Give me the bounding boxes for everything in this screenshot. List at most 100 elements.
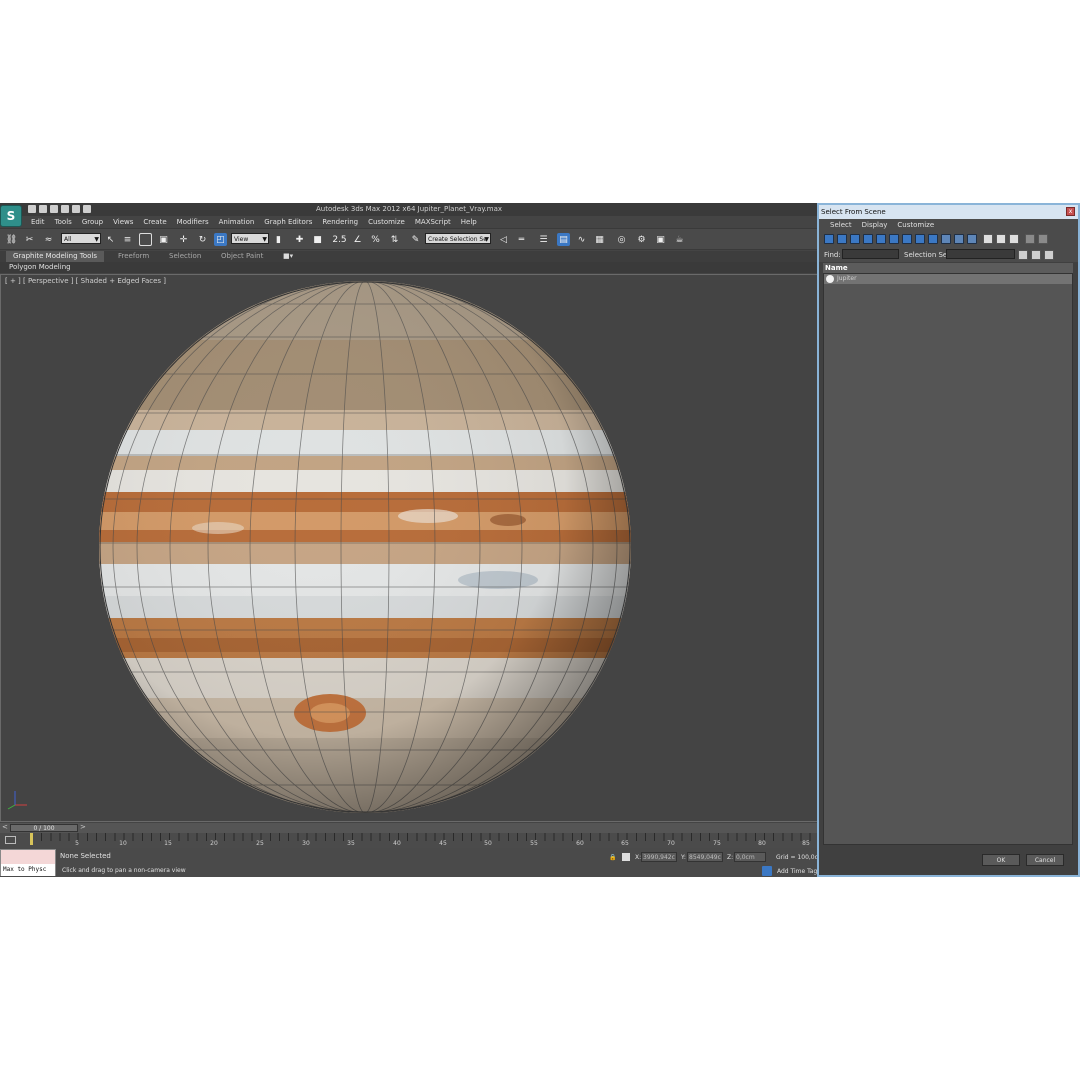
menu-maxscript[interactable]: MAXScript: [410, 216, 456, 228]
application-button[interactable]: S: [0, 205, 22, 227]
frozen-filter-icon[interactable]: [954, 234, 964, 244]
tab-graphite-modeling-tools[interactable]: Graphite Modeling Tools: [6, 251, 104, 262]
link-icon[interactable]: ⛓: [5, 233, 18, 246]
dialog-menu-display[interactable]: Display: [857, 219, 893, 232]
select-by-name-icon[interactable]: ≡: [121, 233, 134, 246]
hidden-filter-icon[interactable]: [967, 234, 977, 244]
delete-set-icon[interactable]: [1044, 250, 1054, 260]
time-next-button[interactable]: >: [80, 823, 86, 831]
close-icon[interactable]: x: [1066, 207, 1075, 216]
filter-icon[interactable]: [1025, 234, 1035, 244]
space-warps-filter-icon[interactable]: [889, 234, 899, 244]
dialog-menu-select[interactable]: Select: [825, 219, 857, 232]
selection-filter-dropdown[interactable]: All ▼: [61, 233, 101, 244]
cancel-button[interactable]: Cancel: [1026, 854, 1064, 866]
groups-filter-icon[interactable]: [902, 234, 912, 244]
tab-selection[interactable]: Selection: [165, 251, 205, 262]
scale-icon[interactable]: ◰: [214, 233, 227, 246]
pivot-icon[interactable]: ▮: [272, 233, 285, 246]
geometry-filter-icon[interactable]: [824, 234, 834, 244]
tab-freeform[interactable]: Freeform: [114, 251, 153, 262]
track-bar[interactable]: 5 10 15 20 25 30 35 40 45 50 55 60 65 70…: [0, 833, 818, 848]
menu-edit[interactable]: Edit: [26, 216, 50, 228]
helpers-filter-icon[interactable]: [876, 234, 886, 244]
absolute-mode-icon[interactable]: [622, 853, 630, 861]
menu-create[interactable]: Create: [138, 216, 171, 228]
ok-button[interactable]: OK: [982, 854, 1020, 866]
menu-views[interactable]: Views: [108, 216, 138, 228]
time-prev-button[interactable]: <: [2, 823, 8, 831]
percent-snap-icon[interactable]: %: [369, 233, 382, 246]
unlink-icon[interactable]: ✂: [23, 233, 36, 246]
window-title: Autodesk 3ds Max 2012 x64 Jupiter_Planet…: [315, 205, 503, 213]
keyboard-shortcut-icon[interactable]: ■: [311, 233, 324, 246]
containers-filter-icon[interactable]: [941, 234, 951, 244]
menu-help[interactable]: Help: [456, 216, 482, 228]
time-slider[interactable]: 0 / 100: [10, 824, 78, 832]
align-icon[interactable]: ═: [515, 233, 528, 246]
selection-set-dropdown[interactable]: [946, 249, 1015, 259]
select-object-icon[interactable]: ↖: [104, 233, 117, 246]
teapot-icon[interactable]: ☕: [673, 233, 686, 246]
cameras-filter-icon[interactable]: [863, 234, 873, 244]
named-selection-dropdown[interactable]: Create Selection Se ▼: [425, 233, 491, 244]
spinner-snap-icon[interactable]: ⇅: [388, 233, 401, 246]
menu-graph-editors[interactable]: Graph Editors: [259, 216, 317, 228]
ribbon-panel-label[interactable]: Polygon Modeling: [0, 262, 818, 273]
list-item[interactable]: Jupiter: [824, 274, 1072, 284]
manipulate-icon[interactable]: ✚: [293, 233, 306, 246]
z-coord-field[interactable]: 0,0cm: [734, 852, 766, 862]
time-tag-icon[interactable]: [762, 866, 772, 876]
tick-label: 75: [713, 840, 721, 847]
rendered-frame-icon[interactable]: ▣: [654, 233, 667, 246]
name-column-header[interactable]: Name: [823, 263, 1073, 273]
jupiter-sphere[interactable]: [98, 280, 632, 814]
sort-icon[interactable]: [1038, 234, 1048, 244]
select-all-icon[interactable]: [983, 234, 993, 244]
edit-set-icon[interactable]: [1031, 250, 1041, 260]
perspective-viewport[interactable]: [ + ] [ Perspective ] [ Shaded + Edged F…: [0, 274, 818, 822]
bind-space-warp-icon[interactable]: ≈: [42, 233, 55, 246]
maxscript-listener-text[interactable]: Max to Physc: [1, 864, 55, 876]
lights-filter-icon[interactable]: [850, 234, 860, 244]
graphite-toggle-icon[interactable]: ▤: [557, 233, 570, 246]
mirror-icon[interactable]: ◁: [497, 233, 510, 246]
render-setup-icon[interactable]: ⚙: [635, 233, 648, 246]
select-none-icon[interactable]: [996, 234, 1006, 244]
snap-icon[interactable]: 2.5: [332, 233, 346, 246]
menu-animation[interactable]: Animation: [214, 216, 260, 228]
shapes-filter-icon[interactable]: [837, 234, 847, 244]
curve-editor-icon[interactable]: ∿: [575, 233, 588, 246]
schematic-view-icon[interactable]: ▦: [593, 233, 606, 246]
layer-manager-icon[interactable]: ☰: [537, 233, 550, 246]
menu-group[interactable]: Group: [77, 216, 108, 228]
add-time-tag-button[interactable]: Add Time Tag: [777, 868, 817, 875]
ribbon-options-icon[interactable]: ■▾: [279, 251, 297, 262]
find-input[interactable]: [842, 249, 899, 259]
angle-snap-icon[interactable]: ∠: [351, 233, 364, 246]
reference-coord-dropdown[interactable]: View ▼: [231, 233, 269, 244]
tick-label: 40: [393, 840, 401, 847]
lock-selection-icon[interactable]: 🔒: [609, 854, 616, 861]
x-coord-field[interactable]: 3990,942c: [641, 852, 677, 862]
window-crossing-icon[interactable]: ▣: [157, 233, 170, 246]
track-bar-toggle-icon[interactable]: [5, 836, 16, 844]
edit-named-sets-icon[interactable]: ✎: [409, 233, 422, 246]
menu-rendering[interactable]: Rendering: [317, 216, 363, 228]
dialog-menu-customize[interactable]: Customize: [892, 219, 939, 232]
menu-customize[interactable]: Customize: [363, 216, 410, 228]
bones-filter-icon[interactable]: [928, 234, 938, 244]
rect-region-icon[interactable]: [139, 233, 152, 246]
select-invert-icon[interactable]: [1009, 234, 1019, 244]
rotate-icon[interactable]: ↻: [196, 233, 209, 246]
menu-tools[interactable]: Tools: [50, 216, 77, 228]
menu-modifiers[interactable]: Modifiers: [172, 216, 214, 228]
tab-object-paint[interactable]: Object Paint: [217, 251, 267, 262]
selection-status: None Selected: [60, 852, 111, 860]
y-coord-field[interactable]: 8549,049c: [687, 852, 723, 862]
move-icon[interactable]: ✛: [177, 233, 190, 246]
xrefs-filter-icon[interactable]: [915, 234, 925, 244]
create-set-icon[interactable]: [1018, 250, 1028, 260]
material-editor-icon[interactable]: ◎: [615, 233, 628, 246]
maxscript-mini-listener[interactable]: Max to Physc: [0, 849, 56, 876]
